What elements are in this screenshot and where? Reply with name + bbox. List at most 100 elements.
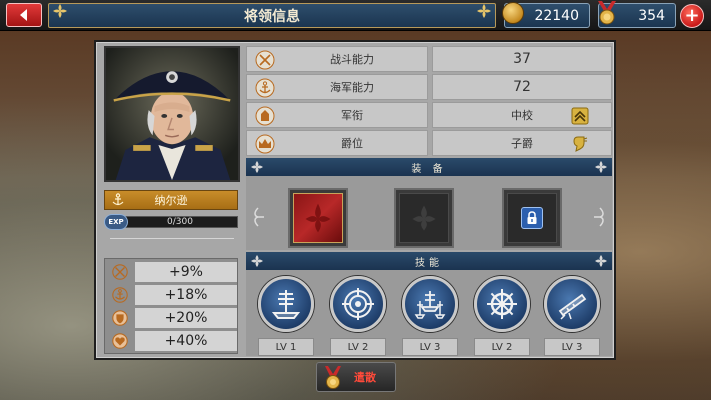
- stat-label-box: 战斗能力: [246, 46, 428, 72]
- skill-fleet[interactable]: LV 3: [402, 276, 458, 358]
- crown-icon: [255, 134, 275, 154]
- stat-value: 中校: [511, 109, 533, 122]
- stat-label: 战斗能力: [330, 53, 374, 66]
- bonus-row: +9%: [105, 261, 239, 283]
- ornament-icon: [254, 207, 264, 227]
- equipment-section: [246, 176, 612, 250]
- anchor-icon: [255, 78, 275, 98]
- stat-label: 军衔: [341, 109, 363, 122]
- stat-row-combat: 战斗能力 37: [246, 46, 612, 72]
- fleur-icon: [595, 255, 607, 267]
- fleur-icon: [251, 255, 263, 267]
- fleur-icon: [52, 3, 68, 19]
- stat-value: 72: [432, 74, 612, 100]
- page-title: 将领信息: [48, 3, 496, 28]
- fleur-icon: [412, 205, 436, 231]
- ship-wheel-icon: [487, 289, 517, 319]
- skill-icon-frame: [544, 276, 600, 332]
- skill-level: LV 3: [402, 338, 458, 356]
- stat-value: 子爵: [511, 137, 533, 150]
- skill-target[interactable]: LV 2: [330, 276, 386, 358]
- bonus-value: +20%: [135, 308, 237, 328]
- warship-icon: [271, 290, 301, 319]
- bonus-table: +9% +18% +20% +40%: [104, 258, 238, 354]
- exp-badge: EXP: [104, 214, 128, 230]
- stat-label: 海军能力: [330, 81, 374, 94]
- admiral-name-plate: 纳尔逊: [104, 190, 238, 210]
- fleur-icon: [595, 161, 607, 173]
- red-fleur-icon: [305, 203, 331, 233]
- crossed-swords-icon: [255, 50, 275, 70]
- gold-coin-icon: [502, 2, 524, 24]
- shield-icon: [107, 308, 133, 328]
- exp-row: 0/300 EXP: [104, 214, 238, 230]
- medal-icon: [325, 366, 341, 389]
- fleur-icon: [251, 161, 263, 173]
- admiral-info-panel: 纳尔逊 0/300 EXP +9% +18% +20% +40% 战斗能力 37…: [94, 40, 616, 360]
- ornament-icon: [594, 207, 604, 227]
- stat-row-naval: 海军能力 72: [246, 74, 612, 100]
- admiral-portrait: [104, 46, 240, 182]
- skills-section: LV 1 LV 2 LV 3 LV 2 LV 3: [246, 270, 612, 356]
- peerage-icon: [573, 136, 588, 152]
- admiral-profile: 纳尔逊 0/300 EXP +9% +18% +20% +40%: [104, 46, 240, 356]
- skill-icon-frame: [474, 276, 530, 332]
- equipment-header: 装 备: [246, 158, 612, 176]
- admiral-name: 纳尔逊: [154, 194, 188, 207]
- crossed-swords-icon: [107, 262, 133, 282]
- empty-slot: [399, 193, 449, 243]
- skill-warship[interactable]: LV 1: [258, 276, 314, 358]
- bonus-value: +9%: [135, 262, 237, 282]
- skill-level: LV 1: [258, 338, 314, 356]
- gold-value: 22140: [534, 7, 579, 24]
- equipment-title: 装 备: [411, 163, 447, 175]
- stat-row-title: 爵位 子爵: [246, 130, 612, 156]
- bonus-row: +18%: [105, 284, 239, 306]
- stat-row-rank: 军衔 中校: [246, 102, 612, 128]
- skill-level: LV 2: [330, 338, 386, 356]
- skills-title: 技能: [415, 257, 443, 269]
- skill-icon-frame: [330, 276, 386, 332]
- medal-value: 354: [638, 7, 665, 24]
- locked-slot: [507, 193, 557, 243]
- anchor-icon: [112, 193, 124, 206]
- target-icon: [342, 288, 374, 320]
- disband-label: 遣散: [354, 371, 376, 384]
- skill-icon-frame: [258, 276, 314, 332]
- bonus-row: +20%: [105, 307, 239, 329]
- medal-icon: [598, 1, 616, 25]
- stat-value-box: 中校: [432, 102, 612, 128]
- stat-label-box: 军衔: [246, 102, 428, 128]
- skill-level: LV 3: [544, 338, 600, 356]
- skill-telescope[interactable]: LV 3: [544, 276, 600, 358]
- telescope-icon: [558, 293, 587, 320]
- skills-header: 技能: [246, 252, 612, 270]
- fleur-icon: [476, 3, 492, 19]
- stat-label: 爵位: [341, 137, 363, 150]
- back-arrow-icon: [20, 9, 27, 21]
- heart-icon: [107, 331, 133, 351]
- skill-icon-frame: [402, 276, 458, 332]
- skill-ship-wheel[interactable]: LV 2: [474, 276, 530, 358]
- bonus-row: +40%: [105, 330, 239, 352]
- stat-label-box: 海军能力: [246, 74, 428, 100]
- equipment-slot-3[interactable]: [502, 188, 562, 248]
- disband-button[interactable]: 遣散: [316, 362, 396, 392]
- fleet-icon: [414, 291, 446, 319]
- bonus-value: +40%: [135, 331, 237, 351]
- rank-chevron-icon: [571, 107, 589, 125]
- exp-value: 0/300: [167, 217, 193, 227]
- skill-level: LV 2: [474, 338, 530, 356]
- page-title-text: 将领信息: [244, 8, 300, 25]
- equipment-slot-2[interactable]: [394, 188, 454, 248]
- back-button[interactable]: [6, 3, 42, 27]
- divider: [110, 238, 234, 246]
- add-medals-button[interactable]: +: [680, 4, 704, 28]
- stat-value-box: 子爵: [432, 130, 612, 156]
- plus-icon: +: [684, 5, 700, 26]
- exp-bar: 0/300: [122, 216, 238, 228]
- bonus-value: +18%: [135, 285, 237, 305]
- rank-insignia-icon: [255, 106, 275, 126]
- equipment-slot-1[interactable]: [288, 188, 348, 248]
- stat-label-box: 爵位: [246, 130, 428, 156]
